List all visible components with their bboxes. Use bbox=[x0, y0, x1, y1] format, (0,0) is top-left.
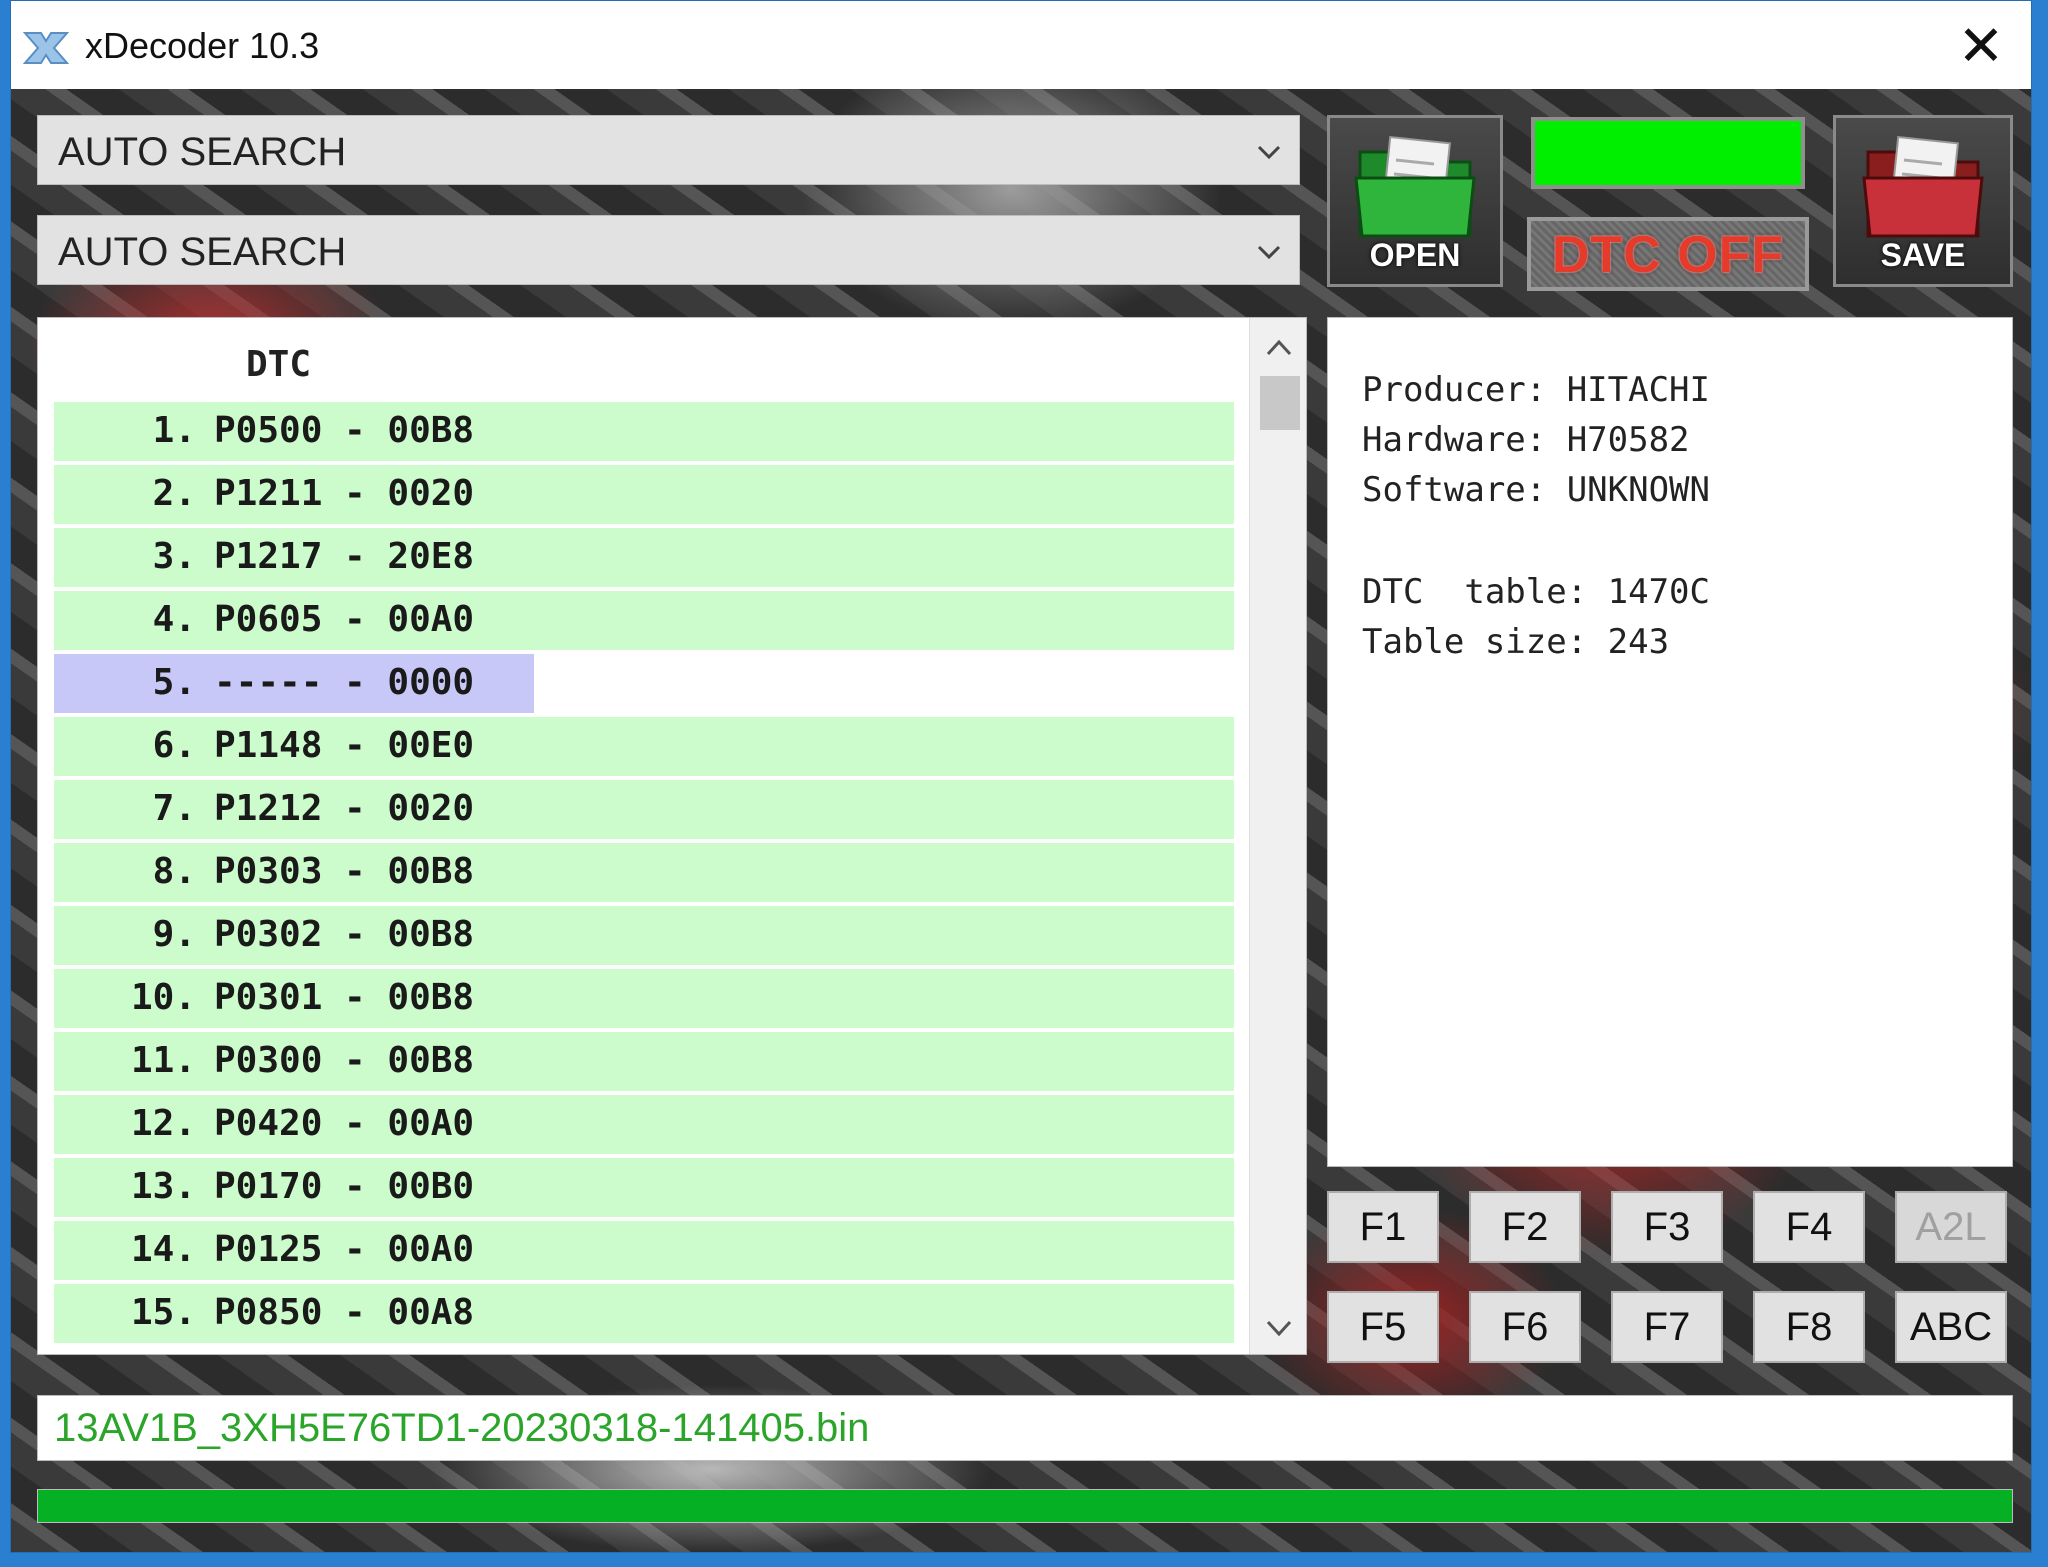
chevron-down-icon[interactable] bbox=[1264, 1316, 1294, 1340]
dtc-list[interactable]: DTC 1. P0500 - 00B8 2. P1211 - 0020 3. P121… bbox=[37, 317, 1307, 1355]
dtc-row-code: P0125 - 00A0 bbox=[214, 1229, 475, 1270]
ecu-select[interactable]: AUTO SEARCH bbox=[37, 215, 1300, 285]
chevron-up-icon[interactable] bbox=[1264, 336, 1294, 360]
dtc-row-code: P0300 - 00B8 bbox=[214, 1040, 475, 1081]
dtc-row-selected[interactable]: 5. ----- - 0000 bbox=[54, 654, 1234, 713]
dtc-row-code: P1217 - 20E8 bbox=[214, 536, 475, 577]
f8-button[interactable]: F8 bbox=[1753, 1291, 1865, 1363]
dtc-row[interactable]: 15. P0850 - 00A8 bbox=[54, 1284, 1234, 1343]
f2-button[interactable]: F2 bbox=[1469, 1191, 1581, 1263]
dtc-row-number: 2. bbox=[152, 473, 196, 514]
ecu-select-value: AUTO SEARCH bbox=[58, 230, 347, 274]
dtc-row-code: P0420 - 00A0 bbox=[214, 1103, 475, 1144]
dtc-row-number: 12. bbox=[130, 1103, 196, 1144]
dtc-row[interactable]: 10. P0301 - 00B8 bbox=[54, 969, 1234, 1028]
dtc-row[interactable]: 13. P0170 - 00B0 bbox=[54, 1158, 1234, 1217]
filename-text: 13AV1B_3XH5E76TD1-20230318-141405.bin bbox=[54, 1406, 870, 1450]
f6-button[interactable]: F6 bbox=[1469, 1291, 1581, 1363]
dtc-row[interactable]: 6. P1148 - 00E0 bbox=[54, 717, 1234, 776]
dtc-row-code: P0605 - 00A0 bbox=[214, 599, 475, 640]
f1-button[interactable]: F1 bbox=[1327, 1191, 1439, 1263]
dtc-row-number: 5. bbox=[152, 662, 196, 703]
dtc-row-code: P0302 - 00B8 bbox=[214, 914, 475, 955]
ecu-info-panel: Producer: HITACHI Hardware: H70582 Softw… bbox=[1327, 317, 2013, 1167]
scroll-thumb[interactable] bbox=[1260, 376, 1300, 430]
f3-button[interactable]: F3 bbox=[1611, 1191, 1723, 1263]
dtc-row-number: 3. bbox=[152, 536, 196, 577]
red-folder-icon bbox=[1862, 135, 1984, 238]
dtc-table-line: DTC table: 1470C bbox=[1362, 572, 1710, 612]
main-area: AUTO SEARCH AUTO SEARCH OPEN DTC OFF SAV… bbox=[11, 89, 2031, 1552]
dtc-row[interactable]: 9. P0302 - 00B8 bbox=[54, 906, 1234, 965]
dtc-row-code: ----- - 0000 bbox=[214, 662, 475, 703]
f7-button[interactable]: F7 bbox=[1611, 1291, 1723, 1363]
progress-bar bbox=[37, 1489, 2013, 1523]
dtc-off-label: DTC OFF bbox=[1551, 226, 1785, 284]
dtc-rows: 1. P0500 - 00B8 2. P1211 - 0020 3. P1217 - … bbox=[54, 402, 1234, 1347]
dtc-row[interactable]: 4. P0605 - 00A0 bbox=[54, 591, 1234, 650]
abc-button[interactable]: ABC bbox=[1895, 1291, 2007, 1363]
dtc-row[interactable]: 12. P0420 - 00A0 bbox=[54, 1095, 1234, 1154]
title-bar: xDecoder 10.3 ✕ bbox=[11, 1, 2031, 89]
filename-field: 13AV1B_3XH5E76TD1-20230318-141405.bin bbox=[37, 1395, 2013, 1461]
dtc-row-number: 9. bbox=[152, 914, 196, 955]
save-button[interactable]: SAVE bbox=[1833, 115, 2013, 287]
dtc-row-code: P0301 - 00B8 bbox=[214, 977, 475, 1018]
dtc-row-code: P1211 - 0020 bbox=[214, 473, 475, 514]
protocol-select-value: AUTO SEARCH bbox=[58, 130, 347, 174]
dtc-row[interactable]: 3. P1217 - 20E8 bbox=[54, 528, 1234, 587]
status-indicator bbox=[1531, 117, 1805, 189]
close-button[interactable]: ✕ bbox=[1953, 19, 2009, 75]
progress-fill bbox=[38, 1490, 2012, 1522]
chevron-down-icon bbox=[1257, 245, 1281, 260]
dtc-row-number: 8. bbox=[152, 851, 196, 892]
hardware-line: Hardware: H70582 bbox=[1362, 420, 1690, 460]
dtc-row[interactable]: 2. P1211 - 0020 bbox=[54, 465, 1234, 524]
dtc-row-number: 15. bbox=[130, 1292, 196, 1333]
save-label: SAVE bbox=[1880, 237, 1966, 273]
dtc-list-scrollbar[interactable] bbox=[1249, 318, 1306, 1354]
dtc-row-number: 13. bbox=[130, 1166, 196, 1207]
dtc-row-number: 1. bbox=[152, 410, 196, 451]
chevron-down-icon bbox=[1257, 145, 1281, 160]
dtc-row-code: P1212 - 0020 bbox=[214, 788, 475, 829]
dtc-row-code: P1148 - 00E0 bbox=[214, 725, 475, 766]
dtc-row-number: 4. bbox=[152, 599, 196, 640]
dtc-row-number: 14. bbox=[130, 1229, 196, 1270]
app-window: xDecoder 10.3 ✕ AUTO SEARCH AUTO SEARCH bbox=[10, 0, 2032, 1553]
software-line: Software: UNKNOWN bbox=[1362, 470, 1710, 510]
f4-button[interactable]: F4 bbox=[1753, 1191, 1865, 1263]
dtc-row[interactable]: 8. P0303 - 00B8 bbox=[54, 843, 1234, 902]
dtc-row-code: P0303 - 00B8 bbox=[214, 851, 475, 892]
dtc-row[interactable]: 7. P1212 - 0020 bbox=[54, 780, 1234, 839]
a2l-button[interactable]: A2L bbox=[1895, 1191, 2007, 1263]
window-title: xDecoder 10.3 bbox=[85, 25, 320, 66]
dtc-row-code: P0850 - 00A8 bbox=[214, 1292, 475, 1333]
dtc-row[interactable]: 11. P0300 - 00B8 bbox=[54, 1032, 1234, 1091]
f5-button[interactable]: F5 bbox=[1327, 1291, 1439, 1363]
dtc-row-code: P0170 - 00B0 bbox=[214, 1166, 475, 1207]
producer-line: Producer: HITACHI bbox=[1362, 370, 1710, 410]
app-logo-icon bbox=[23, 32, 69, 64]
dtc-row[interactable]: 14. P0125 - 00A0 bbox=[54, 1221, 1234, 1280]
dtc-row-code: P0500 - 00B8 bbox=[214, 410, 475, 451]
open-button[interactable]: OPEN bbox=[1327, 115, 1503, 287]
dtc-row-number: 11. bbox=[130, 1040, 196, 1081]
open-label: OPEN bbox=[1369, 237, 1461, 273]
dtc-column-header: DTC bbox=[246, 344, 312, 385]
dtc-off-button[interactable]: DTC OFF bbox=[1527, 217, 1809, 291]
dtc-row[interactable]: 1. P0500 - 00B8 bbox=[54, 402, 1234, 461]
dtc-row-number: 6. bbox=[152, 725, 196, 766]
green-folder-icon bbox=[1354, 135, 1476, 238]
protocol-select[interactable]: AUTO SEARCH bbox=[37, 115, 1300, 185]
table-size-line: Table size: 243 bbox=[1362, 622, 1670, 662]
dtc-row-number: 7. bbox=[152, 788, 196, 829]
dtc-row-number: 10. bbox=[130, 977, 196, 1018]
